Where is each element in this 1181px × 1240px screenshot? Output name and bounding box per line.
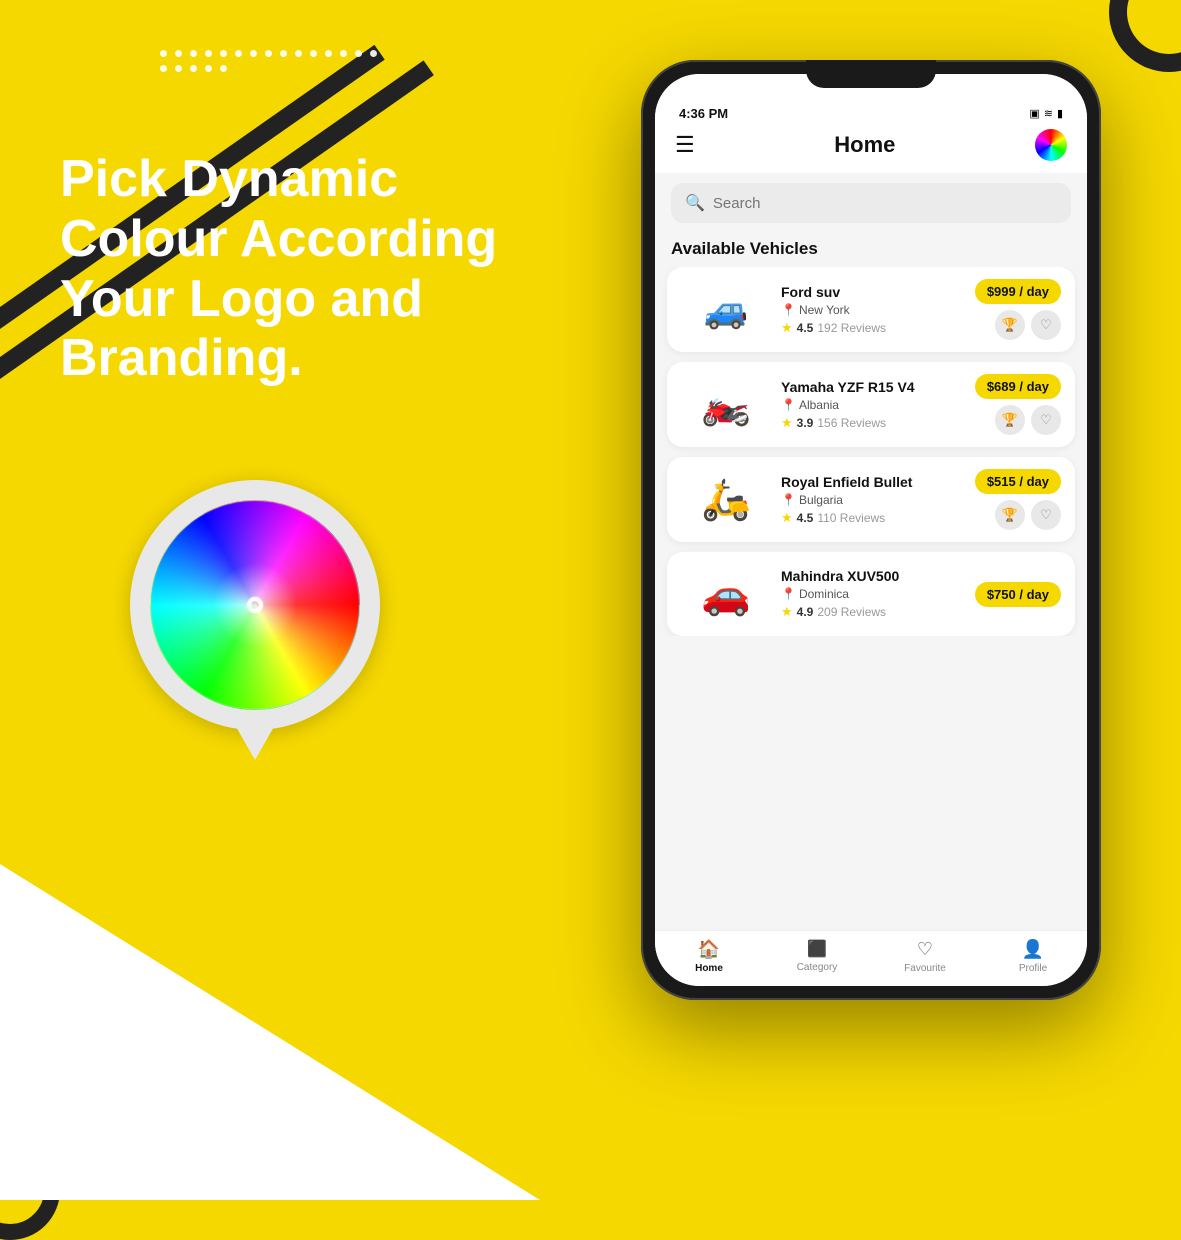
vehicle-name-1: Yamaha YZF R15 V4: [781, 379, 965, 395]
favorite-icon-1[interactable]: ♡: [1031, 405, 1061, 435]
profile-nav-icon: 👤: [1022, 939, 1044, 960]
price-tag-0[interactable]: $999 / day: [975, 279, 1061, 304]
nav-item-home[interactable]: 🏠 Home: [655, 939, 763, 974]
left-panel: Pick Dynamic Colour According Your Logo …: [60, 150, 540, 389]
vehicle-location-0: 📍 New York: [781, 303, 965, 317]
vehicle-info-0: Ford suv 📍 New York ★ 4.5 192 Reviews: [781, 284, 965, 336]
vehicle-card-2[interactable]: 🛵 Royal Enfield Bullet 📍 Bulgaria ★ 4.5 …: [667, 457, 1075, 542]
vehicle-location-1: 📍 Albania: [781, 398, 965, 412]
star-icon-2: ★: [781, 510, 793, 526]
trophy-icon-2[interactable]: 🏆: [995, 500, 1025, 530]
vehicle-card-3[interactable]: 🚗 Mahindra XUV500 📍 Dominica ★ 4.9 209 R…: [667, 552, 1075, 636]
profile-nav-label: Profile: [1019, 963, 1047, 974]
vehicle-info-3: Mahindra XUV500 📍 Dominica ★ 4.9 209 Rev…: [781, 568, 965, 620]
vehicle-image-2: 🛵: [681, 470, 771, 530]
vehicle-actions-2: $515 / day 🏆 ♡: [975, 469, 1061, 530]
phone-screen: 4:36 PM ▣ ≋ ▮ ☰ Home 🔍 A: [655, 74, 1087, 986]
bottom-nav: 🏠 Home ⬛ Category ♡ Favourite 👤 Profile: [655, 930, 1087, 986]
vehicle-rating-2: ★ 4.5 110 Reviews: [781, 510, 965, 526]
vehicle-actions-0: $999 / day 🏆 ♡: [975, 279, 1061, 340]
status-time: 4:36 PM: [679, 106, 728, 121]
action-icons-1: 🏆 ♡: [995, 405, 1061, 435]
favorite-icon-2[interactable]: ♡: [1031, 500, 1061, 530]
vehicle-rating-1: ★ 3.9 156 Reviews: [781, 415, 965, 431]
home-nav-icon: 🏠: [698, 939, 720, 960]
trophy-icon-0[interactable]: 🏆: [995, 310, 1025, 340]
nav-item-favourite[interactable]: ♡ Favourite: [871, 939, 979, 974]
app-title: Home: [834, 132, 895, 158]
vehicle-actions-3: $750 / day: [975, 582, 1061, 607]
action-icons-2: 🏆 ♡: [995, 500, 1061, 530]
main-heading: Pick Dynamic Colour According Your Logo …: [60, 150, 540, 389]
star-icon-0: ★: [781, 320, 793, 336]
color-wheel-container[interactable]: [130, 480, 390, 780]
vehicle-image-1: 🏍️: [681, 375, 771, 435]
vehicle-image-0: 🚙: [681, 280, 771, 340]
category-nav-label: Category: [797, 962, 838, 973]
trophy-icon-1[interactable]: 🏆: [995, 405, 1025, 435]
vehicle-location-2: 📍 Bulgaria: [781, 493, 965, 507]
app-header: ☰ Home: [655, 121, 1087, 173]
color-wheel-center-dot: [249, 599, 261, 611]
nav-item-profile[interactable]: 👤 Profile: [979, 939, 1087, 974]
vehicle-card-0[interactable]: 🚙 Ford suv 📍 New York ★ 4.5 192 Reviews: [667, 267, 1075, 352]
color-palette-button[interactable]: [1035, 129, 1067, 161]
vehicle-name-0: Ford suv: [781, 284, 965, 300]
location-pin-icon-0: 📍: [781, 303, 796, 317]
nav-item-category[interactable]: ⬛ Category: [763, 939, 871, 974]
battery-icon: ▮: [1057, 107, 1063, 120]
color-wheel-bubble[interactable]: [130, 480, 380, 730]
section-title: Available Vehicles: [655, 233, 1087, 267]
vehicle-image-3: 🚗: [681, 564, 771, 624]
vehicle-name-2: Royal Enfield Bullet: [781, 474, 965, 490]
vehicle-info-2: Royal Enfield Bullet 📍 Bulgaria ★ 4.5 11…: [781, 474, 965, 526]
price-tag-3[interactable]: $750 / day: [975, 582, 1061, 607]
star-icon-1: ★: [781, 415, 793, 431]
phone-mockup: 4:36 PM ▣ ≋ ▮ ☰ Home 🔍 A: [641, 60, 1121, 1140]
phone-notch: [806, 60, 936, 88]
category-nav-icon: ⬛: [807, 939, 827, 959]
price-tag-1[interactable]: $689 / day: [975, 374, 1061, 399]
search-bar[interactable]: 🔍: [671, 183, 1071, 223]
phone-outer: 4:36 PM ▣ ≋ ▮ ☰ Home 🔍 A: [641, 60, 1101, 1000]
vehicle-actions-1: $689 / day 🏆 ♡: [975, 374, 1061, 435]
status-icons: ▣ ≋ ▮: [1029, 107, 1063, 120]
star-icon-3: ★: [781, 604, 793, 620]
favourite-nav-icon: ♡: [917, 939, 933, 960]
vehicle-rating-3: ★ 4.9 209 Reviews: [781, 604, 965, 620]
menu-button[interactable]: ☰: [675, 132, 695, 158]
wifi-icon: ≋: [1044, 107, 1053, 120]
favourite-nav-label: Favourite: [904, 963, 946, 974]
location-pin-icon-3: 📍: [781, 587, 796, 601]
vehicle-card-1[interactable]: 🏍️ Yamaha YZF R15 V4 📍 Albania ★ 3.9 156…: [667, 362, 1075, 447]
search-input[interactable]: [713, 195, 1057, 212]
hamburger-icon: ☰: [675, 132, 695, 157]
search-icon: 🔍: [685, 193, 705, 213]
vehicle-location-3: 📍 Dominica: [781, 587, 965, 601]
vehicles-list: 🚙 Ford suv 📍 New York ★ 4.5 192 Reviews: [655, 267, 1087, 636]
vehicle-info-1: Yamaha YZF R15 V4 📍 Albania ★ 3.9 156 Re…: [781, 379, 965, 431]
bg-white-triangle: [0, 720, 540, 1200]
vehicle-name-3: Mahindra XUV500: [781, 568, 965, 584]
vehicle-rating-0: ★ 4.5 192 Reviews: [781, 320, 965, 336]
location-pin-icon-1: 📍: [781, 398, 796, 412]
favorite-icon-0[interactable]: ♡: [1031, 310, 1061, 340]
location-pin-icon-2: 📍: [781, 493, 796, 507]
home-nav-label: Home: [695, 963, 723, 974]
price-tag-2[interactable]: $515 / day: [975, 469, 1061, 494]
action-icons-0: 🏆 ♡: [995, 310, 1061, 340]
dots-decoration: [160, 50, 380, 72]
signal-icon: ▣: [1029, 107, 1039, 120]
